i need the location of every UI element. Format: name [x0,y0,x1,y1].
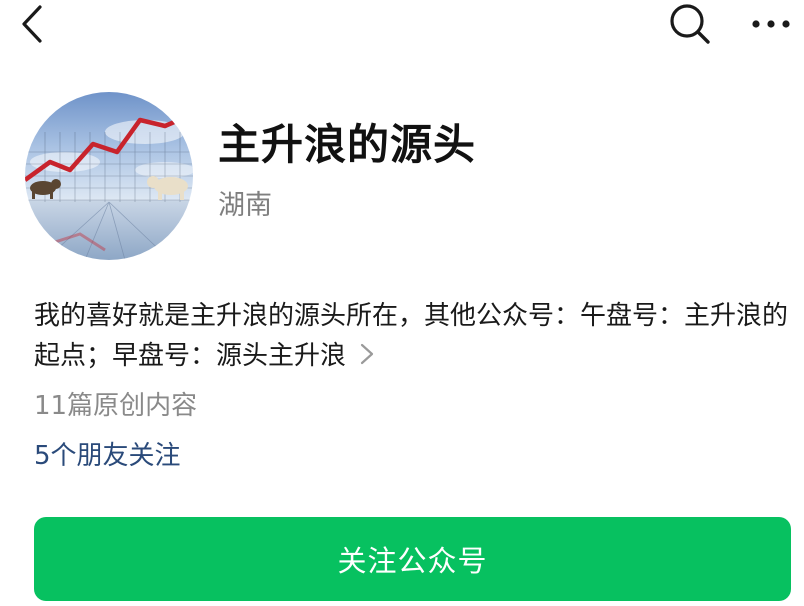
chevron-right-icon [360,337,374,377]
search-icon [670,4,710,44]
back-button[interactable] [14,2,54,46]
search-button[interactable] [666,0,712,46]
follow-button-label: 关注公众号 [337,544,488,578]
account-description[interactable]: 我的喜好就是主升浪的源头所在，其他公众号：午盘号：主升浪的起点；早盘号：源头主升… [34,296,798,377]
account-name: 主升浪的源头 [218,120,477,169]
top-bar [0,0,804,50]
bull-bear-chart-image [25,92,193,260]
follow-account-button[interactable]: 关注公众号 [34,517,791,601]
chevron-left-icon [22,5,42,43]
account-avatar[interactable] [25,92,193,260]
more-dots-icon [752,20,790,28]
more-button[interactable] [748,4,794,44]
description-text: 我的喜好就是主升浪的源头所在，其他公众号：午盘号：主升浪的起点；早盘号：源头主升… [34,301,789,371]
original-article-count: 11篇原创内容 [34,391,198,421]
account-location: 湖南 [218,190,272,221]
friends-following-link[interactable]: 5个朋友关注 [34,438,181,474]
